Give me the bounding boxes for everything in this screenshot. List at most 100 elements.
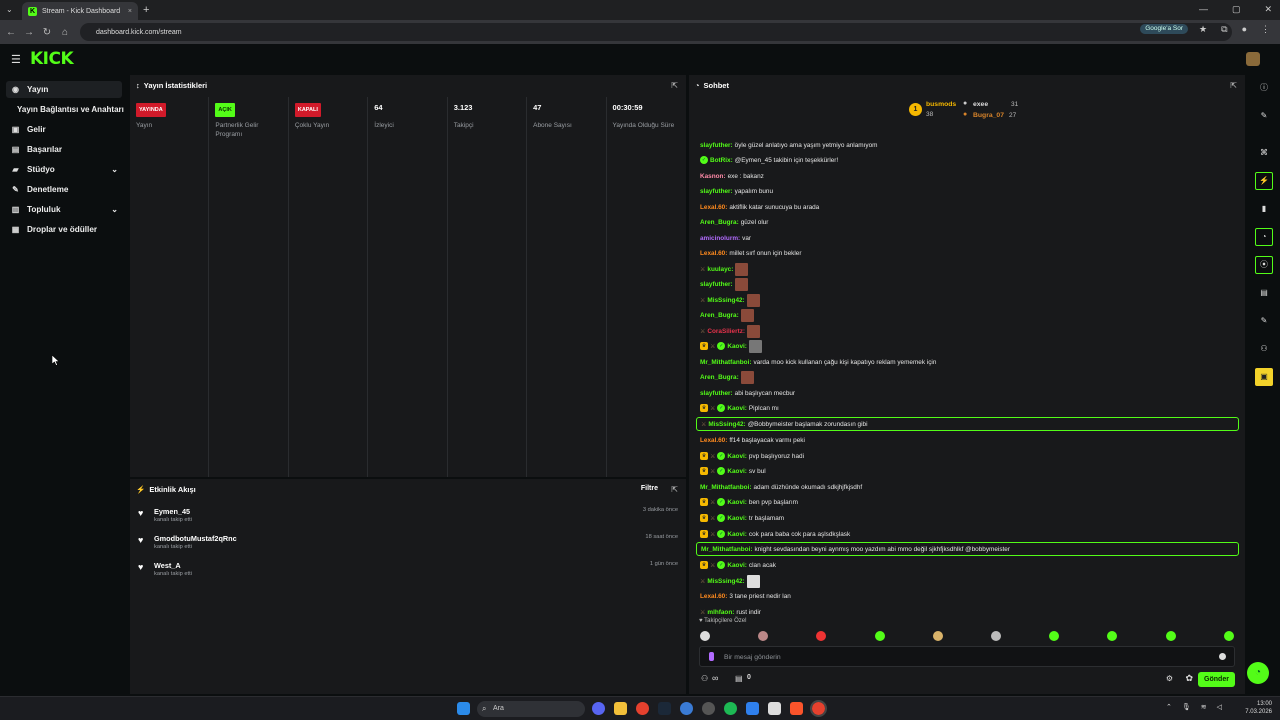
stats-toggle-icon[interactable]: ⌘ — [1255, 144, 1273, 162]
chat-username[interactable]: Kaovi: — [727, 531, 747, 538]
emote-slot[interactable] — [1165, 631, 1176, 641]
filter-button[interactable]: Filtre — [641, 485, 658, 492]
reload-icon[interactable]: ↻ — [38, 27, 56, 38]
chat-username[interactable]: amicinolurm: — [700, 235, 740, 242]
emote-slot[interactable] — [1049, 631, 1060, 641]
new-tab-icon[interactable]: + — [143, 4, 149, 16]
clipboard-icon[interactable]: ▮ — [1255, 200, 1273, 218]
emote-slot[interactable] — [991, 631, 1001, 641]
chat-username[interactable]: mlhfaon: — [707, 609, 734, 616]
google-ask-button[interactable]: Google'a Sor — [1140, 24, 1188, 34]
app-icon[interactable] — [702, 702, 715, 715]
back-icon[interactable]: ← — [2, 27, 20, 38]
file-explorer-icon[interactable] — [614, 702, 627, 715]
sidebar-item-stream[interactable]: ◉ Yayın — [6, 81, 122, 98]
chat-username[interactable]: Kaovi: — [727, 343, 747, 350]
chrome-icon[interactable] — [636, 702, 649, 715]
popout-icon[interactable]: ⇱ — [671, 81, 678, 90]
app-icon[interactable] — [680, 702, 693, 715]
chat-username[interactable]: Kaovi: — [727, 468, 747, 475]
emote-slot[interactable] — [1107, 631, 1118, 641]
emoji-icon[interactable] — [1219, 653, 1226, 660]
chat-username[interactable]: kuulayc: — [707, 266, 733, 273]
browser-tab[interactable]: K Stream - Kick Dashboard × — [22, 2, 138, 20]
chat-username[interactable]: Kaovi: — [727, 499, 747, 506]
activity-toggle-icon[interactable]: ⚡ — [1255, 172, 1273, 190]
chat-username[interactable]: Lexal.60: — [700, 593, 727, 600]
sidebar-item-studio[interactable]: ▰ Stüdyo ⌄ — [6, 161, 122, 178]
maximize-icon[interactable]: ▢ — [1232, 4, 1241, 15]
activity-user[interactable]: GmodbotuMustaf2qRnc — [154, 534, 237, 543]
chat-username[interactable]: MisSsing42: — [707, 297, 744, 304]
volume-icon[interactable]: ◁ — [1217, 703, 1222, 711]
microphone-icon[interactable] — [709, 652, 714, 661]
emote-slot[interactable] — [1223, 631, 1234, 641]
spotify-icon[interactable] — [724, 702, 737, 715]
chat-username[interactable]: slayfuther: — [700, 281, 733, 288]
kick-logo[interactable]: KICK — [30, 49, 74, 69]
minimize-icon[interactable]: — — [1199, 4, 1208, 15]
home-icon[interactable]: ⌂ — [56, 27, 74, 38]
steam-icon[interactable] — [658, 702, 671, 715]
notion-icon[interactable] — [768, 702, 781, 715]
gear-icon[interactable]: ⚙ — [1166, 674, 1173, 683]
extensions-icon[interactable]: ⧉ — [1221, 24, 1227, 35]
taskbar-search[interactable]: ⌕ Ara — [477, 701, 585, 717]
chat-message-input[interactable] — [724, 650, 1204, 664]
chat-username[interactable]: Kaovi: — [727, 453, 747, 460]
chat-username[interactable]: slayfuther: — [700, 142, 733, 149]
sidebar-item-community[interactable]: ▥ Topluluk ⌄ — [6, 201, 122, 218]
chat-username[interactable]: Mr_Mithatfanboi: — [700, 484, 751, 491]
chat-username[interactable]: Aren_Bugra: — [700, 312, 739, 319]
points-icon[interactable]: ⚇ — [701, 674, 708, 683]
popout-icon[interactable]: ⇱ — [1230, 81, 1237, 90]
chat-username[interactable]: slayfuther: — [700, 390, 733, 397]
chrome-active-icon[interactable] — [810, 700, 827, 717]
emote-picker-icon[interactable]: ✿ — [1185, 673, 1193, 684]
tab-search-icon[interactable]: ⌄ — [6, 5, 13, 14]
mic-icon[interactable]: 🎙 — [1182, 703, 1191, 711]
drive-icon[interactable]: ▤ — [1255, 284, 1273, 302]
edit-icon[interactable]: ✎ — [1255, 107, 1273, 125]
chat-username[interactable]: MisSsing42: — [708, 421, 745, 428]
chat-username[interactable]: Aren_Bugra: — [700, 219, 739, 226]
emote-slot[interactable] — [874, 631, 885, 641]
user-avatar[interactable] — [1246, 52, 1260, 66]
bookmark-star-icon[interactable]: ★ — [1199, 24, 1207, 35]
discord-icon[interactable] — [592, 702, 605, 715]
close-window-icon[interactable]: ✕ — [1264, 4, 1272, 15]
chat-username[interactable]: MisSsing42: — [707, 578, 744, 585]
wifi-icon[interactable]: ≋ — [1201, 703, 1207, 711]
chat-username[interactable]: Kasnon: — [700, 173, 726, 180]
chat-username[interactable]: Lexal.60: — [700, 204, 727, 211]
chat-username[interactable]: Mr_Mithatfanboi: — [701, 546, 752, 553]
brave-icon[interactable] — [790, 702, 803, 715]
chat-toggle-icon[interactable]: ◔ — [1255, 228, 1273, 246]
forward-icon[interactable]: → — [20, 27, 38, 38]
info-icon[interactable]: ⓘ — [1255, 79, 1273, 97]
sidebar-item-revenue[interactable]: ▣ Gelir — [6, 121, 122, 138]
chat-username[interactable]: BotRix: — [710, 157, 733, 164]
users-icon[interactable]: ⚇ — [1255, 340, 1273, 358]
sidebar-item-achievements[interactable]: ▤ Başarılar — [6, 141, 122, 158]
chat-username[interactable]: Kaovi: — [727, 405, 747, 412]
emote-slot[interactable] — [700, 631, 710, 641]
chat-username[interactable]: CoraSiliertz: — [707, 328, 745, 335]
chat-username[interactable]: Kaovi: — [727, 562, 747, 569]
profile-icon[interactable]: ● — [1242, 24, 1247, 35]
chat-username[interactable]: Lexal.60: — [700, 250, 727, 257]
hamburger-menu-icon[interactable]: ☰ — [11, 53, 21, 66]
sidebar-item-drops[interactable]: ▦ Droplar ve ödüller — [6, 221, 122, 238]
menu-dots-icon[interactable]: ⋮ — [1261, 24, 1270, 35]
chat-username[interactable]: Lexal.60: — [700, 437, 727, 444]
emote-slot[interactable] — [816, 631, 827, 641]
wrench-icon[interactable]: ✎ — [1255, 312, 1273, 330]
activity-user[interactable]: West_A — [154, 561, 181, 570]
clapper-icon[interactable]: ▣ — [1255, 368, 1273, 386]
emote-slot[interactable] — [932, 631, 943, 641]
chat-username[interactable]: Aren_Bugra: — [700, 374, 739, 381]
clock[interactable]: 13:00 7.03.2026 — [1245, 700, 1272, 716]
send-button[interactable]: Gönder — [1198, 672, 1235, 687]
gift-icon[interactable]: ▤ — [735, 674, 743, 683]
sidebar-item-stream-key[interactable]: Yayın Bağlantısı ve Anahtarı — [12, 101, 128, 118]
